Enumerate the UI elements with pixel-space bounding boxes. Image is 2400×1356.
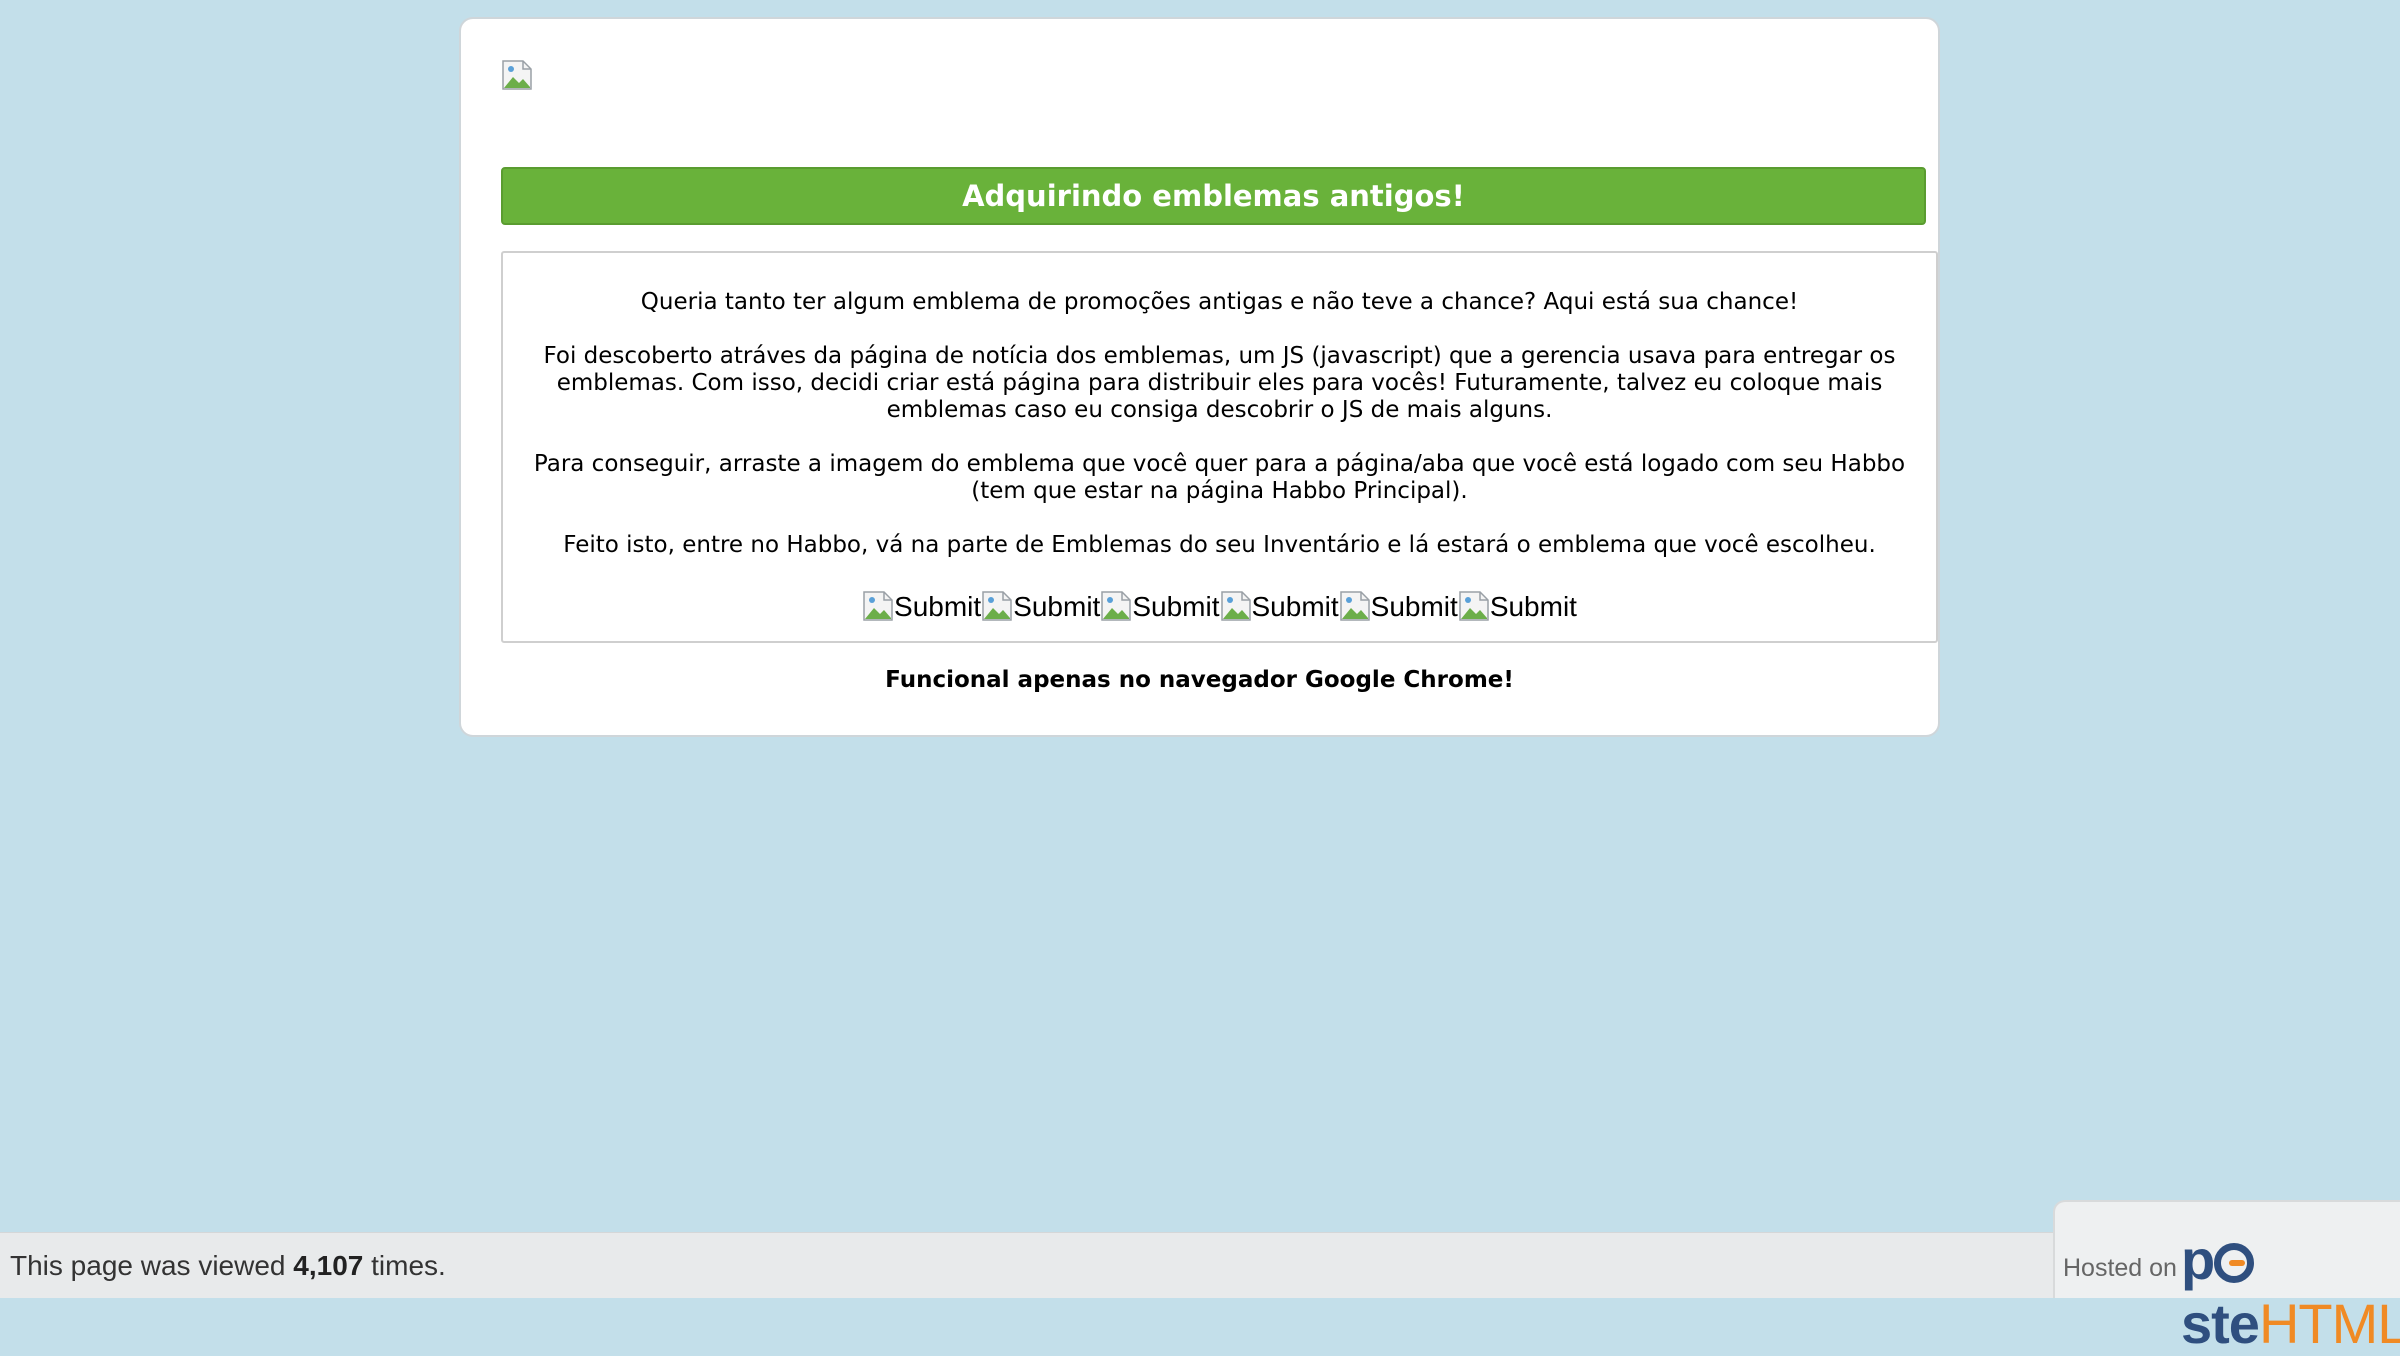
postehtml-logo[interactable]: p steHTML xyxy=(2181,1228,2400,1356)
view-count: 4,107 xyxy=(293,1250,364,1281)
badge-button-label: Submit xyxy=(1489,591,1577,622)
badge-submit-button-6[interactable]: Submit xyxy=(1458,590,1577,624)
final-paragraph: Feito isto, entre no Habbo, vá na parte … xyxy=(563,532,1876,558)
broken-badge-image-icon xyxy=(1458,590,1490,622)
badge-button-label: Submit xyxy=(1370,591,1458,622)
bottom-bar: This page was viewed 4,107 times. xyxy=(0,1232,2400,1298)
broken-badge-image-icon xyxy=(862,590,894,622)
hosted-on-label: Hosted on xyxy=(2063,1254,2177,1282)
broken-badge-image-icon xyxy=(1220,590,1252,622)
broken-badge-image-icon xyxy=(1100,590,1132,622)
intro-paragraph: Queria tanto ter algum emblema de promoç… xyxy=(640,289,1799,315)
badge-submit-button-5[interactable]: Submit xyxy=(1339,590,1458,624)
badge-submit-button-3[interactable]: Submit xyxy=(1100,590,1220,624)
badge-submit-button-1[interactable]: Submit xyxy=(862,590,981,624)
badge-button-label: Submit xyxy=(1132,591,1220,622)
badge-button-label: Submit xyxy=(894,591,982,622)
brand-text-ste: ste xyxy=(2181,1292,2260,1355)
brand-text-p: p xyxy=(2181,1228,2215,1291)
page-title: Adquirindo emblemas antigos! xyxy=(501,167,1926,225)
badge-buttons-row: Submit Submit Submit Submit Submit Submit xyxy=(503,590,1936,624)
view-counter-prefix: This page was viewed xyxy=(10,1250,294,1281)
discovery-paragraph: Foi descoberto atráves da página de notí… xyxy=(543,343,1896,423)
badge-button-label: Submit xyxy=(1251,591,1339,622)
brand-text-html: HTML xyxy=(2258,1292,2400,1355)
badge-submit-button-4[interactable]: Submit xyxy=(1220,590,1339,624)
view-counter-suffix: times. xyxy=(363,1250,446,1281)
content-box: Queria tanto ter algum emblema de promoç… xyxy=(501,251,1938,643)
badge-submit-button-2[interactable]: Submit xyxy=(981,590,1100,624)
broken-logo-image-icon xyxy=(501,59,533,91)
main-card: Adquirindo emblemas antigos! Queria tant… xyxy=(459,17,1940,737)
broken-badge-image-icon xyxy=(1339,590,1371,622)
hosted-on-badge[interactable]: Hosted on p steHTML xyxy=(2053,1200,2400,1355)
badge-button-label: Submit xyxy=(1013,591,1101,622)
view-counter: This page was viewed 4,107 times. xyxy=(10,1250,446,1282)
brand-o-icon xyxy=(2214,1243,2255,1283)
instructions-paragraph: Para conseguir, arraste a imagem do embl… xyxy=(533,451,1906,504)
browser-note: Funcional apenas no navegador Google Chr… xyxy=(885,667,1514,693)
broken-badge-image-icon xyxy=(981,590,1013,622)
